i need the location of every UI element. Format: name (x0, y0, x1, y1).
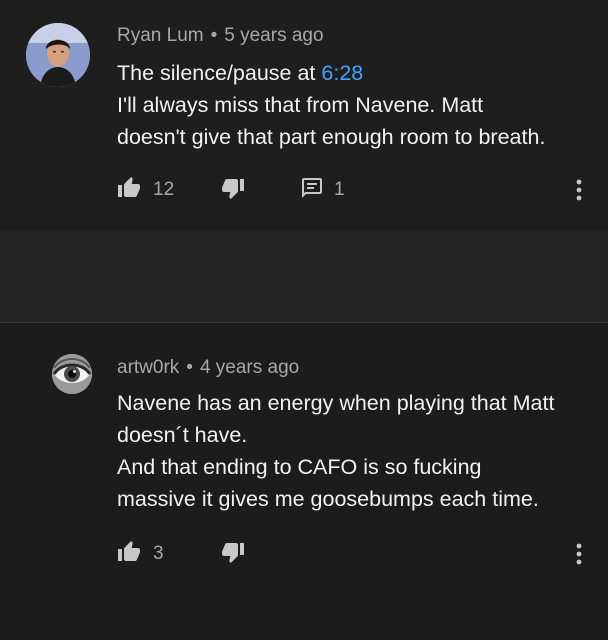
avatar[interactable] (52, 354, 92, 394)
author-name[interactable]: Ryan Lum (117, 25, 204, 46)
comments-screen: Ryan Lum • 5 years ago The silence/pause a… (0, 0, 608, 640)
comment-line-text: The silence/pause at (117, 61, 322, 85)
more-vert-icon[interactable] (569, 178, 589, 204)
thumbs-down-icon[interactable] (221, 176, 245, 200)
thumbs-down-icon[interactable] (221, 540, 245, 564)
person-photo-icon (26, 23, 90, 87)
avatar[interactable] (26, 23, 90, 87)
more-vert-icon[interactable] (569, 542, 589, 568)
comment-line: The silence/pause at 6:28 (117, 57, 587, 89)
reply-count: 1 (334, 179, 345, 200)
separator-dot: • (186, 357, 193, 378)
comment-line: massive it gives me goosebumps each time… (117, 487, 539, 511)
comment-text: The silence/pause at 6:28 I'll always mi… (117, 57, 587, 153)
comment-line: Navene has an energy when playing that M… (117, 391, 555, 415)
separator-dot: • (210, 25, 218, 46)
comment-line: I'll always miss that from Navene. Matt (117, 93, 484, 117)
author-name[interactable]: artw0rk (117, 357, 179, 378)
comment-2: artw0rk • 4 years ago Navene has an energy… (0, 323, 608, 640)
comment-meta: artw0rk • 4 years ago (117, 357, 299, 379)
thumbs-up-icon[interactable] (117, 176, 141, 200)
like-count: 12 (153, 179, 175, 200)
comment-meta: Ryan Lum • 5 years ago (117, 25, 324, 47)
comment-line: doesn´t have. (117, 423, 248, 447)
comment-1: Ryan Lum • 5 years ago The silence/pause a… (0, 0, 608, 231)
comment-text: Navene has an energy when playing that M… (117, 387, 587, 515)
comment-time[interactable]: 5 years ago (224, 25, 323, 46)
thumbs-up-icon[interactable] (117, 540, 141, 564)
comment-line: doesn't give that part enough room to br… (117, 125, 546, 149)
comment-icon[interactable] (300, 176, 324, 200)
comment-time[interactable]: 4 years ago (200, 357, 299, 378)
comment-line: And that ending to CAFO is so fucking (117, 455, 482, 479)
eye-icon (52, 354, 92, 394)
section-gap (0, 231, 608, 322)
like-count: 3 (153, 543, 164, 564)
timestamp-link[interactable]: 6:28 (321, 61, 363, 85)
